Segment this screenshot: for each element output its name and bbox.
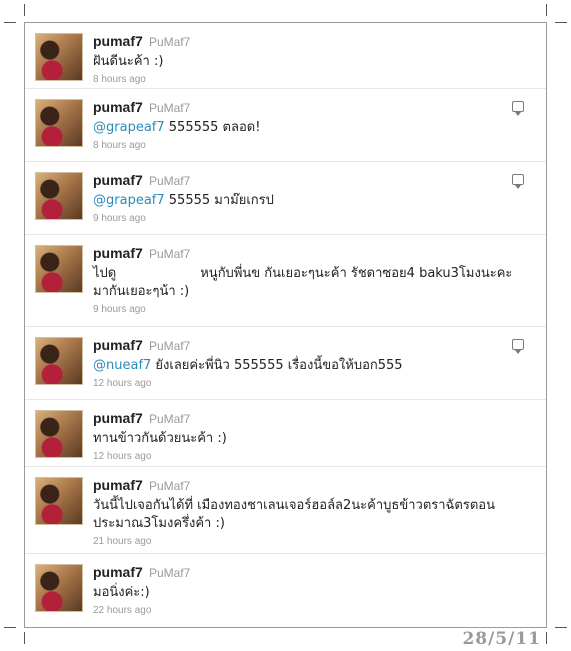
mention-link[interactable]: @grapeaf7 bbox=[93, 193, 165, 208]
crop-mark bbox=[24, 632, 25, 644]
tweet-text: ฝันดีนะค้า :) bbox=[93, 53, 524, 71]
crop-mark bbox=[546, 4, 547, 16]
tweet-item: pumaf7 PuMaf7 @grapeaf7 55555 มาม๊ยเกรป … bbox=[25, 162, 546, 235]
tweet-text: ทานข้าวกันด้วยนะค้า :) bbox=[93, 430, 524, 448]
username-link[interactable]: pumaf7 bbox=[93, 99, 143, 115]
avatar[interactable] bbox=[35, 245, 83, 293]
avatar[interactable] bbox=[35, 477, 83, 525]
tweet-body: ฝันดีนะค้า :) bbox=[93, 54, 164, 69]
avatar[interactable] bbox=[35, 564, 83, 612]
tweet-text: มอนิ่งค่ะ:) bbox=[93, 584, 524, 602]
full-name: PuMaf7 bbox=[148, 174, 191, 188]
timestamp-link[interactable]: 8 hours ago bbox=[93, 140, 524, 151]
timestamp-link[interactable]: 22 hours ago bbox=[93, 605, 524, 616]
mention-link[interactable]: @grapeaf7 bbox=[93, 120, 165, 135]
full-name: PuMaf7 bbox=[148, 101, 191, 115]
tweet-body: 555555 ตลอด! bbox=[164, 120, 261, 135]
timestamp-link[interactable]: 9 hours ago bbox=[93, 213, 524, 224]
tweet-item: pumaf7 PuMaf7 @grapeaf7 555555 ตลอด! 8 h… bbox=[25, 89, 546, 162]
tweet-item: pumaf7 PuMaf7 @nueaf7 ยังเลยค่ะพี่นิว 55… bbox=[25, 327, 546, 400]
reply-icon[interactable] bbox=[512, 339, 524, 354]
full-name: PuMaf7 bbox=[148, 35, 191, 49]
mention-link[interactable]: @nueaf7 bbox=[93, 358, 151, 373]
timeline: pumaf7 PuMaf7 ฝันดีนะค้า :) 8 hours ago … bbox=[24, 22, 547, 628]
timestamp-link[interactable]: 12 hours ago bbox=[93, 451, 524, 462]
tweet-item: pumaf7 PuMaf7 มอนิ่งค่ะ:) 22 hours ago bbox=[25, 554, 546, 627]
avatar[interactable] bbox=[35, 337, 83, 385]
reply-icon[interactable] bbox=[512, 174, 524, 189]
full-name: PuMaf7 bbox=[148, 339, 191, 353]
avatar[interactable] bbox=[35, 410, 83, 458]
tweet-text: @nueaf7 ยังเลยค่ะพี่นิว 555555 เรื่องนี้… bbox=[93, 357, 524, 375]
crop-mark bbox=[555, 627, 567, 628]
crop-mark bbox=[555, 22, 567, 23]
tweet-item: pumaf7 PuMaf7 ไปดู หนูกับพี่นข กันเยอะๆนะ… bbox=[25, 235, 546, 327]
crop-mark bbox=[4, 22, 16, 23]
crop-mark bbox=[546, 632, 547, 644]
crop-mark bbox=[24, 4, 25, 16]
reply-icon[interactable] bbox=[512, 101, 524, 116]
tweet-text: @grapeaf7 55555 มาม๊ยเกรป bbox=[93, 192, 524, 210]
username-link[interactable]: pumaf7 bbox=[93, 564, 143, 580]
timestamp-link[interactable]: 12 hours ago bbox=[93, 378, 524, 389]
username-link[interactable]: pumaf7 bbox=[93, 337, 143, 353]
avatar[interactable] bbox=[35, 172, 83, 220]
tweet-body: หนูกับพี่นข กันเยอะๆนะค้า รัชดาซอย4 baku… bbox=[93, 266, 513, 299]
tweet-body: มอนิ่งค่ะ:) bbox=[93, 585, 150, 600]
tweet-body-prefix: ไปดู bbox=[93, 266, 117, 281]
tweet-body: 55555 มาม๊ยเกรป bbox=[164, 193, 274, 208]
tweet-body: ยังเลยค่ะพี่นิว 555555 เรื่องนี้ขอให้บอก… bbox=[151, 358, 403, 373]
tweet-item: pumaf7 PuMaf7 ฝันดีนะค้า :) 8 hours ago bbox=[25, 23, 546, 89]
timestamp-link[interactable]: 8 hours ago bbox=[93, 74, 524, 85]
tweet-body: วันนี้ไปเจอกันได้ที่ เมืองทองชาเลนเจอร์ฮ… bbox=[93, 498, 495, 531]
timestamp-link[interactable]: 21 hours ago bbox=[93, 536, 524, 547]
tweet-item: pumaf7 PuMaf7 วันนี้ไปเจอกันได้ที่ เมือง… bbox=[25, 467, 546, 554]
full-name: PuMaf7 bbox=[148, 412, 191, 426]
tweet-text: วันนี้ไปเจอกันได้ที่ เมืองทองชาเลนเจอร์ฮ… bbox=[93, 497, 524, 533]
full-name: PuMaf7 bbox=[148, 479, 191, 493]
date-stamp: 28/5/11 bbox=[462, 629, 541, 649]
tweet-text: ไปดู หนูกับพี่นข กันเยอะๆนะค้า รัชดาซอย4 … bbox=[93, 265, 524, 301]
tweet-item: pumaf7 PuMaf7 ทานข้าวกันด้วยนะค้า :) 12 … bbox=[25, 400, 546, 467]
timestamp-link[interactable]: 9 hours ago bbox=[93, 304, 524, 315]
full-name: PuMaf7 bbox=[148, 247, 191, 261]
avatar[interactable] bbox=[35, 99, 83, 147]
username-link[interactable]: pumaf7 bbox=[93, 477, 143, 493]
full-name: PuMaf7 bbox=[148, 566, 191, 580]
username-link[interactable]: pumaf7 bbox=[93, 172, 143, 188]
username-link[interactable]: pumaf7 bbox=[93, 410, 143, 426]
username-link[interactable]: pumaf7 bbox=[93, 33, 143, 49]
crop-mark bbox=[4, 627, 16, 628]
avatar[interactable] bbox=[35, 33, 83, 81]
tweet-text: @grapeaf7 555555 ตลอด! bbox=[93, 119, 524, 137]
tweet-body: ทานข้าวกันด้วยนะค้า :) bbox=[93, 431, 227, 446]
username-link[interactable]: pumaf7 bbox=[93, 245, 143, 261]
